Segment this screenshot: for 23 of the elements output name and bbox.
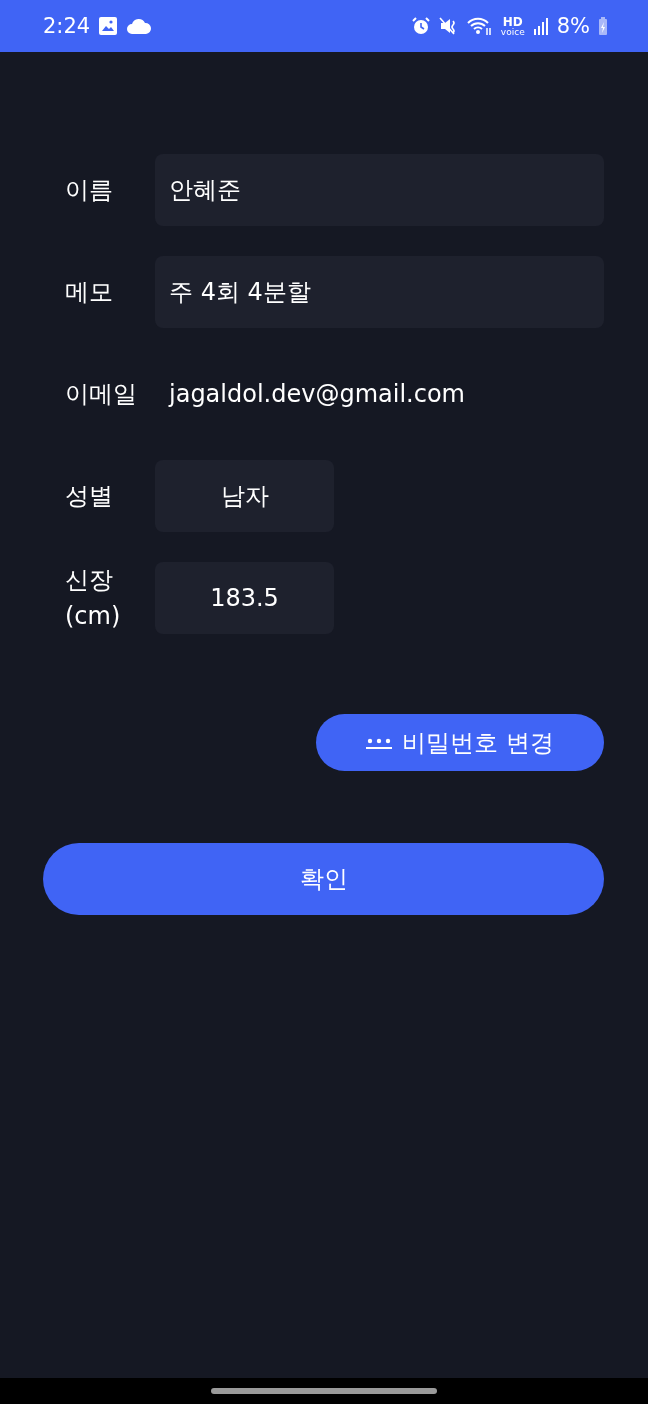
change-password-button[interactable]: 비밀번호 변경 bbox=[316, 714, 604, 771]
alarm-icon bbox=[410, 16, 431, 36]
wifi-icon bbox=[466, 16, 493, 36]
home-handle[interactable] bbox=[211, 1388, 437, 1394]
battery-percent: 8% bbox=[556, 14, 590, 38]
field-label: 메모 bbox=[65, 277, 114, 308]
text-field[interactable]: 안혜준 bbox=[155, 154, 604, 226]
field-label: 신장 (cm) bbox=[65, 565, 122, 632]
value-field[interactable]: 남자 bbox=[155, 460, 334, 532]
signal-icon bbox=[532, 17, 549, 35]
text-field[interactable]: 주 4회 4분할 bbox=[155, 256, 604, 328]
image-icon bbox=[98, 16, 119, 36]
clock-time: 2:24 bbox=[43, 14, 91, 38]
field-label: 이름 bbox=[65, 175, 114, 206]
field-label: 성별 bbox=[65, 481, 114, 512]
field-label: 이메일 bbox=[65, 379, 138, 410]
field-value: jagaldol.dev@gmail.com bbox=[167, 380, 465, 408]
cloud-icon bbox=[126, 16, 153, 36]
value-field[interactable]: 183.5 bbox=[155, 562, 334, 634]
confirm-button[interactable]: 확인 bbox=[43, 843, 604, 915]
voice-label: voice bbox=[500, 27, 525, 37]
hd-label: HD bbox=[502, 15, 523, 28]
battery-charging-icon bbox=[598, 16, 608, 36]
